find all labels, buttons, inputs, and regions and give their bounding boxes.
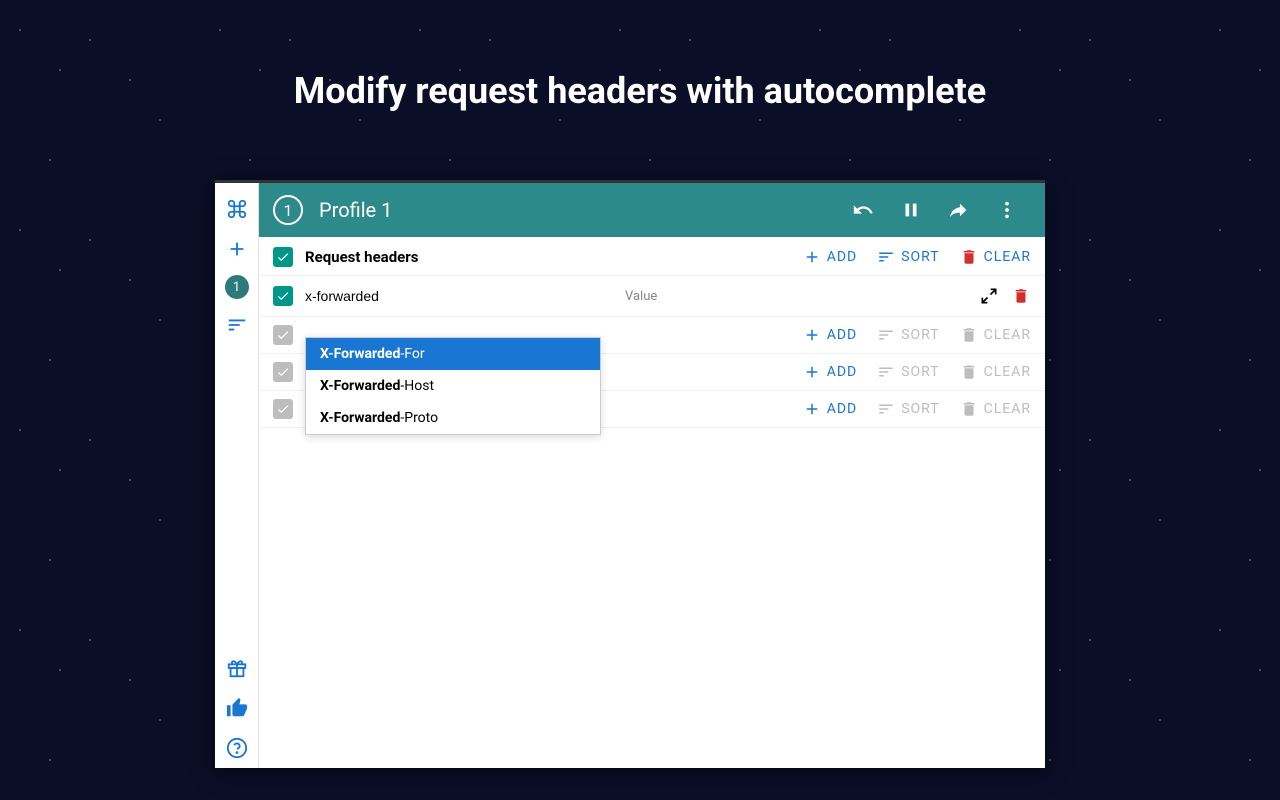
add-label: ADD bbox=[827, 401, 858, 417]
autocomplete-item-3[interactable]: X-Forwarded-Proto bbox=[306, 402, 600, 434]
delete-icon[interactable] bbox=[1011, 286, 1031, 306]
value-placeholder[interactable]: Value bbox=[625, 289, 657, 304]
clear-button[interactable]: CLEAR bbox=[960, 248, 1031, 266]
clear-label: CLEAR bbox=[984, 401, 1031, 417]
autocomplete-bold: X-Forwarded bbox=[320, 346, 400, 362]
autocomplete-bold: X-Forwarded bbox=[320, 378, 400, 394]
expand-icon[interactable] bbox=[979, 286, 999, 306]
autocomplete-rest: -Proto bbox=[400, 410, 438, 426]
subsection-clear-button[interactable]: CLEAR bbox=[960, 363, 1031, 381]
clear-label: CLEAR bbox=[984, 364, 1031, 380]
autocomplete-bold: X-Forwarded bbox=[320, 410, 400, 426]
gift-icon[interactable] bbox=[221, 652, 253, 684]
row-checkbox[interactable] bbox=[273, 286, 293, 306]
help-icon[interactable] bbox=[221, 732, 253, 764]
autocomplete-dropdown: X-Forwarded-For X-Forwarded-Host X-Forwa… bbox=[305, 337, 601, 435]
profile-header: 1 Profile 1 bbox=[259, 183, 1045, 237]
autocomplete-item-1[interactable]: X-Forwarded-For bbox=[306, 338, 600, 370]
section-title: Request headers bbox=[305, 248, 783, 266]
subsection-add-button[interactable]: ADD bbox=[803, 326, 858, 344]
command-icon[interactable] bbox=[221, 193, 253, 225]
plus-icon[interactable] bbox=[221, 233, 253, 265]
thumbs-up-icon[interactable] bbox=[221, 692, 253, 724]
autocomplete-rest: -Host bbox=[400, 378, 434, 394]
header-name-input[interactable] bbox=[305, 284, 585, 308]
sort-label: SORT bbox=[901, 327, 939, 343]
add-label: ADD bbox=[827, 327, 858, 343]
subsection-clear-button[interactable]: CLEAR bbox=[960, 400, 1031, 418]
add-button[interactable]: ADD bbox=[803, 248, 858, 266]
subsection-add-button[interactable]: ADD bbox=[803, 363, 858, 381]
sort-icon[interactable] bbox=[221, 309, 253, 341]
app-window: 1 1 Profile 1 bbox=[215, 180, 1045, 768]
header-row: Value bbox=[259, 276, 1045, 317]
sort-label: SORT bbox=[901, 401, 939, 417]
more-button[interactable] bbox=[987, 190, 1027, 230]
subsection-sort-button[interactable]: SORT bbox=[877, 400, 939, 418]
clear-label: CLEAR bbox=[984, 327, 1031, 343]
profile-number-circle: 1 bbox=[273, 195, 303, 225]
profile-badge[interactable]: 1 bbox=[225, 275, 249, 299]
sort-label: SORT bbox=[901, 249, 939, 265]
add-label: ADD bbox=[827, 249, 858, 265]
subsection-checkbox[interactable] bbox=[273, 399, 293, 419]
profile-title: Profile 1 bbox=[319, 198, 839, 222]
section-header: Request headers ADD SORT CLEAR bbox=[259, 237, 1045, 276]
subsection-add-button[interactable]: ADD bbox=[803, 400, 858, 418]
pause-button[interactable] bbox=[891, 190, 931, 230]
subsection-clear-button[interactable]: CLEAR bbox=[960, 326, 1031, 344]
subsection-sort-button[interactable]: SORT bbox=[877, 326, 939, 344]
subsection-checkbox[interactable] bbox=[273, 325, 293, 345]
sort-button[interactable]: SORT bbox=[877, 248, 939, 266]
main-content: 1 Profile 1 Request headers bbox=[259, 183, 1045, 768]
autocomplete-item-2[interactable]: X-Forwarded-Host bbox=[306, 370, 600, 402]
share-button[interactable] bbox=[939, 190, 979, 230]
clear-label: CLEAR bbox=[984, 249, 1031, 265]
section-checkbox[interactable] bbox=[273, 247, 293, 267]
sidebar: 1 bbox=[215, 183, 259, 768]
undo-button[interactable] bbox=[843, 190, 883, 230]
autocomplete-rest: -For bbox=[400, 346, 424, 362]
page-title: Modify request headers with autocomplete bbox=[0, 0, 1280, 112]
subsection-checkbox[interactable] bbox=[273, 362, 293, 382]
add-label: ADD bbox=[827, 364, 858, 380]
subsection-sort-button[interactable]: SORT bbox=[877, 363, 939, 381]
sort-label: SORT bbox=[901, 364, 939, 380]
